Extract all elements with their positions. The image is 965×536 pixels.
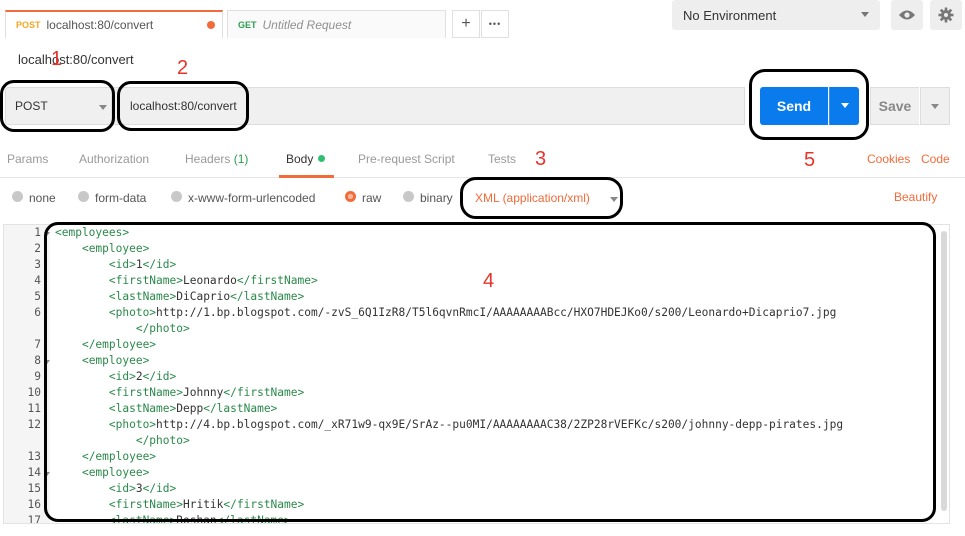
code-link[interactable]: Code	[921, 152, 950, 166]
annotation-box-body	[44, 222, 936, 522]
headers-count-badge: (1)	[233, 152, 249, 166]
active-tab-indicator	[279, 175, 334, 178]
environment-quick-look-button[interactable]	[891, 0, 923, 30]
request-name: localhost:80/convert	[18, 52, 134, 67]
line-number: 2	[34, 242, 41, 255]
radio-raw-label[interactable]: raw	[362, 191, 381, 205]
line-number: 3	[34, 258, 41, 271]
annotation-number: 1	[51, 48, 63, 70]
line-number: 15	[27, 482, 41, 495]
cookies-link[interactable]: Cookies	[867, 152, 910, 166]
tab-body[interactable]: Body	[286, 152, 326, 166]
tab-body-label: Body	[286, 152, 314, 166]
line-number: 9	[34, 370, 41, 383]
radio-none-label[interactable]: none	[29, 191, 56, 205]
radio-none[interactable]	[12, 191, 23, 202]
radio-binary-label[interactable]: binary	[420, 191, 453, 205]
annotation-box-content-type	[460, 177, 623, 219]
save-button[interactable]: Save	[870, 87, 919, 125]
request-tab-untitled[interactable]: GET Untitled Request	[227, 10, 446, 38]
beautify-button[interactable]: Beautify	[894, 190, 937, 204]
line-number: 12	[27, 418, 41, 431]
tab-title: localhost:80/convert	[46, 18, 154, 32]
tab-bar: POST localhost:80/convert GET Untitled R…	[0, 0, 965, 38]
annotation-box-method	[0, 80, 115, 132]
ellipsis-icon: •••	[488, 19, 502, 29]
radio-raw[interactable]	[345, 191, 356, 202]
environment-label: No Environment	[683, 7, 777, 23]
plus-icon: +	[461, 15, 471, 32]
gear-icon	[938, 7, 954, 23]
radio-form-data[interactable]	[78, 191, 89, 202]
annotation-number: 3	[535, 148, 547, 170]
tab-headers[interactable]: Headers (1)	[185, 152, 248, 166]
settings-button[interactable]	[930, 0, 962, 30]
tab-headers-label: Headers	[185, 152, 231, 166]
tab-prerequest-script[interactable]: Pre-request Script	[358, 152, 455, 166]
chevron-down-icon	[861, 12, 869, 17]
line-number: 6	[34, 306, 41, 319]
radio-form-data-label[interactable]: form-data	[95, 191, 146, 205]
radio-binary[interactable]	[403, 191, 414, 202]
more-tabs-button[interactable]: •••	[481, 10, 509, 38]
line-number: 14	[27, 466, 41, 479]
tab-method-badge: GET	[238, 19, 257, 30]
annotation-box-url	[117, 81, 249, 131]
radio-urlencoded[interactable]	[171, 191, 182, 202]
save-options-button[interactable]	[920, 87, 950, 125]
line-number: 1	[34, 226, 41, 239]
line-number: 5	[34, 290, 41, 303]
line-number: 7	[34, 338, 41, 351]
eye-icon	[899, 10, 915, 20]
chevron-down-icon	[931, 104, 939, 109]
line-number: 11	[27, 402, 41, 415]
request-subtabs: Params Authorization Headers (1) Body Pr…	[0, 146, 965, 178]
new-tab-button[interactable]: +	[452, 10, 480, 38]
radio-urlencoded-label[interactable]: x-www-form-urlencoded	[188, 191, 315, 205]
line-number: 17	[27, 514, 41, 524]
tab-params[interactable]: Params	[7, 152, 48, 166]
tab-tests[interactable]: Tests	[488, 152, 516, 166]
line-number: 8	[34, 354, 41, 367]
environment-select[interactable]: No Environment	[672, 0, 880, 30]
annotation-number: 4	[483, 270, 495, 292]
unsaved-changes-dot-icon	[207, 21, 215, 29]
body-indicator-dot-icon	[318, 155, 326, 162]
line-number: 4	[34, 274, 41, 287]
tab-method-badge: POST	[16, 20, 41, 30]
line-number: 13	[27, 450, 41, 463]
annotation-box-send	[749, 69, 869, 140]
tab-authorization[interactable]: Authorization	[79, 152, 149, 166]
annotation-number: 2	[177, 57, 189, 79]
request-tab-active[interactable]: POST localhost:80/convert	[5, 10, 223, 38]
line-number: 10	[27, 386, 41, 399]
tab-title: Untitled Request	[262, 17, 352, 32]
editor-scrollbar[interactable]	[941, 231, 947, 511]
line-number: 16	[27, 498, 41, 511]
annotation-number: 5	[804, 149, 816, 171]
